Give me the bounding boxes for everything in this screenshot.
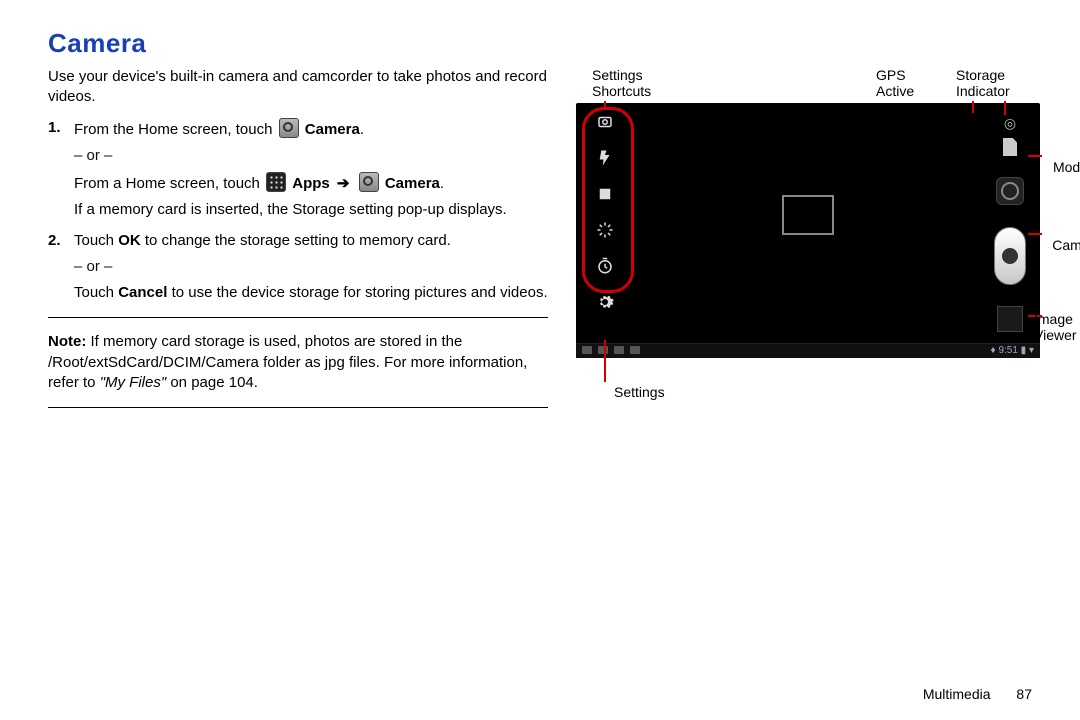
timer-icon[interactable] <box>594 255 616 277</box>
label-settings: Settings <box>614 384 1040 400</box>
apps-icon <box>266 172 286 192</box>
callout-line <box>1004 101 1006 115</box>
top-callout-row: Settings Shortcuts GPS Active Storage In… <box>576 67 1040 99</box>
lens-icon <box>1001 182 1019 200</box>
footer-section: Multimedia <box>923 686 991 702</box>
label-camera: Camera <box>1052 237 1080 253</box>
footer-page-number: 87 <box>1016 686 1032 702</box>
step-text: Touch <box>74 232 118 249</box>
step-body: Touch OK to change the storage setting t… <box>74 231 548 304</box>
step-2: 2. Touch OK to change the storage settin… <box>48 231 548 304</box>
period: . <box>360 121 364 138</box>
camera-icon <box>359 172 379 192</box>
or-divider: – or – <box>74 257 548 277</box>
rail-top-indicators: ◎ <box>1003 115 1017 156</box>
step-text: From the Home screen, touch <box>74 121 277 138</box>
flash-icon[interactable] <box>594 147 616 169</box>
gps-indicator-icon: ◎ <box>1004 115 1016 132</box>
top-right-labels: GPS Active Storage Indicator <box>876 67 1036 99</box>
mode-toggle[interactable] <box>996 177 1024 205</box>
step-body: From the Home screen, touch Camera. – or… <box>74 118 548 221</box>
right-control-rail: ◎ <box>990 109 1030 338</box>
callout-line <box>604 101 606 107</box>
android-status-bar: ♦ 9:51 ▮ ▾ <box>576 343 1040 358</box>
page-footer: Multimedia 87 <box>923 686 1032 702</box>
shooting-mode-icon[interactable] <box>594 183 616 205</box>
shutter-dot-icon <box>1002 248 1018 264</box>
device-screenshot: ◎ ♦ 9:51 ▮ ▾ <box>576 103 1040 358</box>
camera-label: Camera <box>385 175 440 192</box>
note-ref: "My Files" <box>100 374 166 391</box>
step-list: 1. From the Home screen, touch Camera. –… <box>48 118 548 304</box>
callout-line <box>604 340 606 382</box>
step-number: 1. <box>48 118 74 221</box>
callout-line <box>972 101 974 113</box>
two-column-layout: Use your device's built-in camera and ca… <box>48 67 1040 422</box>
period: . <box>440 175 444 192</box>
right-column: Settings Shortcuts GPS Active Storage In… <box>576 67 1040 422</box>
arrow-icon: ➔ <box>337 175 350 192</box>
step-text: Touch <box>74 284 118 301</box>
nav-buttons <box>582 346 640 354</box>
manual-page: Camera Use your device's built-in camera… <box>0 0 1080 720</box>
callout-line <box>1028 233 1042 235</box>
spacer <box>74 194 548 200</box>
callout-line <box>1028 155 1042 157</box>
label-storage-indicator: Storage Indicator <box>956 67 1036 99</box>
label-gps-active: GPS Active <box>876 67 936 99</box>
clock-text: 9:51 <box>998 345 1017 356</box>
divider <box>48 407 548 408</box>
self-shot-icon[interactable] <box>594 111 616 133</box>
status-time: ♦ 9:51 ▮ ▾ <box>991 345 1034 356</box>
left-column: Use your device's built-in camera and ca… <box>48 67 548 422</box>
step-text: If a memory card is inserted, the Storag… <box>74 201 507 218</box>
note-text: on page 104. <box>166 374 258 391</box>
cancel-label: Cancel <box>118 284 167 301</box>
storage-indicator-icon <box>1003 138 1017 156</box>
camera-icon <box>279 118 299 138</box>
settings-gear-icon[interactable] <box>594 291 616 313</box>
step-text: to change the storage setting to memory … <box>141 232 451 249</box>
divider <box>48 317 548 318</box>
step-text: From a Home screen, touch <box>74 175 264 192</box>
page-title: Camera <box>48 28 1040 59</box>
shutter-button[interactable] <box>994 227 1026 285</box>
exposure-icon[interactable] <box>594 219 616 241</box>
or-divider: – or – <box>74 146 548 166</box>
settings-shortcut-column <box>588 111 622 328</box>
step-1: 1. From the Home screen, touch Camera. –… <box>48 118 548 221</box>
step-number: 2. <box>48 231 74 304</box>
focus-rectangle <box>782 195 834 235</box>
label-image-viewer: Image Viewer <box>1034 311 1080 343</box>
intro-text: Use your device's built-in camera and ca… <box>48 67 548 108</box>
image-viewer-thumbnail[interactable] <box>997 306 1023 332</box>
apps-label: Apps <box>292 175 330 192</box>
note-label: Note: <box>48 333 86 350</box>
camera-label: Camera <box>305 121 360 138</box>
label-settings-shortcuts: Settings Shortcuts <box>592 67 672 99</box>
label-mode: Mode <box>1053 159 1080 175</box>
ok-label: OK <box>118 232 141 249</box>
note-block: Note: If memory card storage is used, ph… <box>48 332 548 393</box>
step-text: to use the device storage for storing pi… <box>167 284 547 301</box>
